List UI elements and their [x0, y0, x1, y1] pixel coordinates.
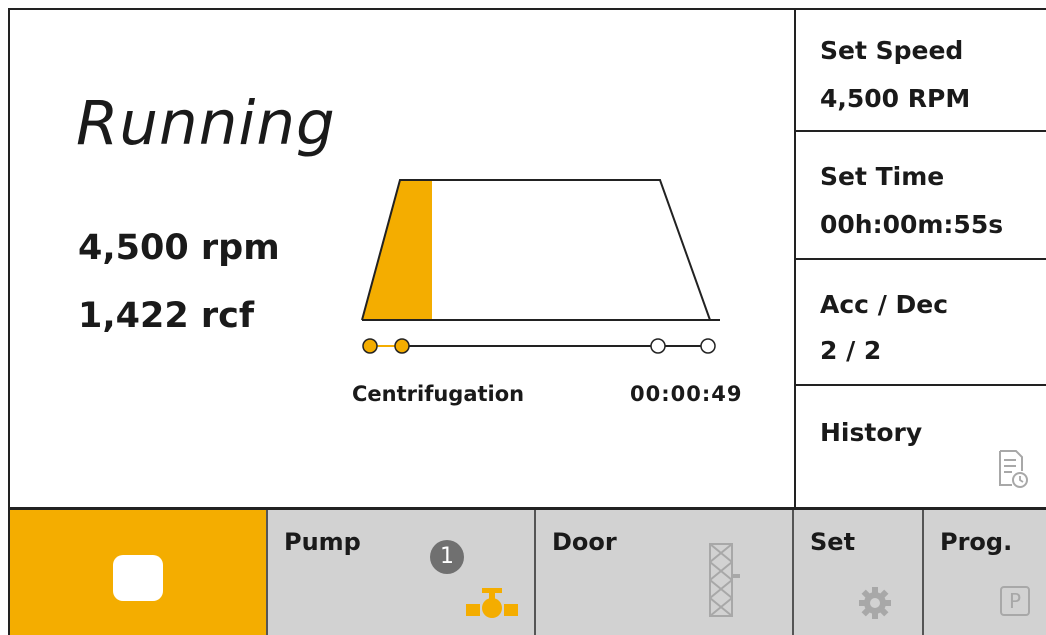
run-status-title: Running [76, 88, 336, 159]
stage-dot-run [394, 338, 410, 354]
stage-dot-end [700, 338, 716, 354]
current-rcf: 1,422 rcf [78, 296, 255, 336]
acc-dec-item[interactable]: Acc / Dec 2 / 2 [796, 260, 1046, 384]
gear-icon [859, 587, 891, 619]
set-time-label: Set Time [820, 162, 945, 191]
history-label: History [820, 418, 923, 447]
profile-progress-fill [362, 180, 432, 320]
pump-badge: 1 [430, 540, 464, 574]
set-speed-item[interactable]: Set Speed 4,500 RPM [796, 10, 1046, 130]
set-label: Set [810, 528, 856, 556]
elapsed-time: 00:00:49 [630, 382, 743, 406]
set-speed-value: 4,500 RPM [820, 84, 971, 113]
door-label: Door [552, 528, 617, 556]
run-profile-chart [361, 179, 720, 354]
stage-label: Centrifugation [352, 382, 525, 406]
door-icon [709, 543, 740, 617]
acc-dec-value: 2 / 2 [820, 336, 882, 365]
prog-button[interactable]: Prog. P [924, 510, 1046, 635]
stop-icon [113, 555, 163, 601]
pump-button[interactable]: Pump 1 [268, 510, 536, 635]
set-speed-label: Set Speed [820, 36, 964, 65]
prog-label: Prog. [940, 528, 1013, 556]
door-button[interactable]: Door [536, 510, 794, 635]
acc-dec-label: Acc / Dec [820, 290, 949, 319]
pump-label: Pump [284, 528, 361, 556]
set-button[interactable]: Set [794, 510, 924, 635]
program-icon: P [1000, 586, 1030, 616]
pump-valve-icon [466, 588, 518, 618]
history-item[interactable]: History [796, 386, 1046, 507]
history-icon [999, 450, 1028, 488]
set-time-value: 00h:00m:55s [820, 210, 1004, 239]
stage-dot-decel [650, 338, 666, 354]
bottom-toolbar: Pump 1 Door Set Prog. P [10, 507, 1046, 635]
stop-button[interactable] [10, 510, 268, 635]
current-speed: 4,500 rpm [78, 228, 280, 268]
set-time-item[interactable]: Set Time 00h:00m:55s [796, 132, 1046, 258]
status-panel: Running 4,500 rpm 1,422 rcf Centrifugati… [10, 10, 794, 507]
stage-dot-accel [362, 338, 378, 354]
